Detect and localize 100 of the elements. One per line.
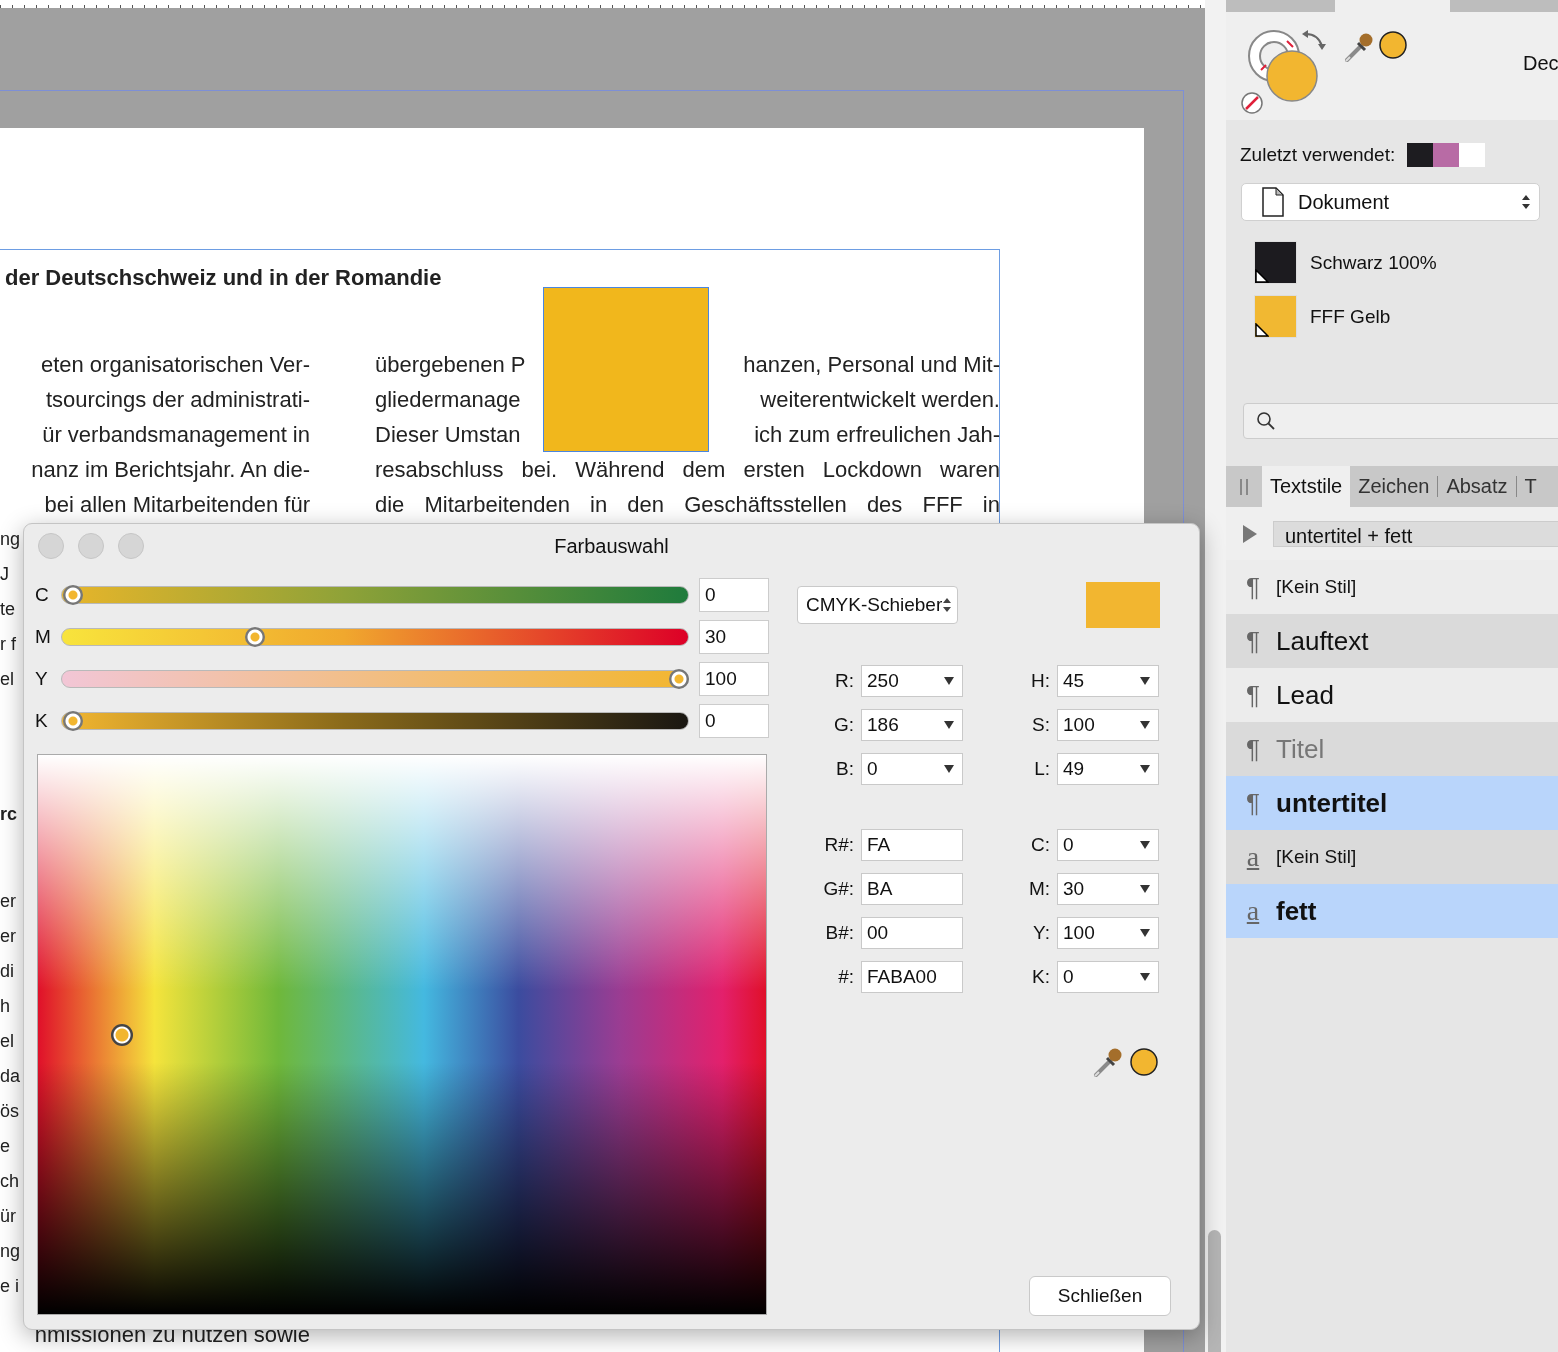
text-line: e [0,1135,10,1158]
channel-label: M [35,626,52,648]
text-line: gliedermanage [375,386,521,414]
value-field[interactable]: 0 [699,704,769,738]
text-line: da [0,1065,21,1088]
color-swatch[interactable] [1255,296,1296,337]
input-field[interactable]: FABA00 [861,961,963,993]
recent-swatch[interactable] [1407,143,1434,167]
text-line: J [0,563,9,586]
color-spectrum[interactable] [37,754,767,1315]
slider-thumb[interactable] [669,669,689,689]
value-dropdown[interactable]: 0 [861,753,963,785]
color-slider[interactable] [61,670,689,688]
heading-text: rc [0,803,17,826]
value-dropdown[interactable]: 100 [1057,709,1159,741]
current-style-field: untertitel + fett [1273,520,1558,547]
stepper-arrows-icon [1521,193,1531,211]
style-row[interactable]: ¶ Lauftext [1226,614,1558,668]
value-field[interactable]: 100 [699,662,769,696]
panel-tab[interactable]: Textstile [1262,466,1351,507]
text-line: Dieser Umstan [375,421,521,449]
field-label: G#: [822,877,855,901]
dropdown-arrow-icon [944,765,954,773]
search-icon [1256,411,1276,431]
style-row[interactable]: ¶ Titel [1226,722,1558,776]
value-dropdown[interactable]: 186 [861,709,963,741]
text-line: eten organisatorischen Ver- [40,351,310,379]
color-circle-icon [1129,1047,1159,1077]
heading-text: der Deutschschweiz und in der Romandie [5,264,442,292]
color-slider[interactable] [61,586,689,604]
slider-thumb[interactable] [63,585,83,605]
text-line: er [0,890,16,913]
text-line: ich zum erfreulichen Jah- [754,421,1000,449]
text-line: di [0,960,14,983]
dropdown-arrow-icon [1140,929,1150,937]
dropdown-arrow-icon [1140,765,1150,773]
field-label: K: [1031,965,1051,989]
text-line: übergebenen P [375,351,526,379]
color-slider[interactable] [61,712,689,730]
dropdown-arrow-icon [1140,841,1150,849]
paragraph-style-icon: ¶ [1244,625,1262,657]
swatch-name: Schwarz 100% [1310,251,1437,274]
close-button[interactable]: Schließen [1029,1276,1171,1316]
search-field[interactable] [1243,403,1558,439]
field-label: L: [1033,757,1051,781]
input-field[interactable]: FA [861,829,963,861]
channel-label: K [35,710,49,732]
slider-thumb[interactable] [244,627,265,647]
recent-swatch[interactable] [1433,143,1460,167]
input-field[interactable]: 00 [861,917,963,949]
slider-thumb[interactable] [63,711,83,731]
panel-tab[interactable]: Absatz [1438,466,1516,507]
stepper-arrows-icon [942,597,953,613]
channel-label: Y [35,668,49,690]
value-field[interactable]: 30 [699,620,769,654]
channel-label: C [35,584,50,606]
grip-icon[interactable] [1239,477,1249,496]
palette-dropdown[interactable]: Dokument [1241,183,1540,221]
picker-handle[interactable] [111,1024,133,1046]
text-line: ch [0,1170,19,1193]
value-dropdown[interactable]: 30 [1057,873,1159,905]
mode-dropdown[interactable]: CMYK-Schieber [797,586,958,624]
style-row[interactable]: ¶ untertitel [1226,776,1558,830]
input-field[interactable]: BA [861,873,963,905]
value-dropdown[interactable]: 250 [861,665,963,697]
dropdown-arrow-icon [1140,885,1150,893]
style-row[interactable]: a fett [1226,884,1558,938]
value-dropdown[interactable]: 0 [1057,961,1159,993]
dropdown-arrow-icon [1140,721,1150,729]
value-dropdown[interactable]: 45 [1057,665,1159,697]
value-dropdown[interactable]: 0 [1057,829,1159,861]
text-line: hanzen, Personal und Mit- [743,351,1000,379]
character-style-icon: a [1244,841,1262,873]
scrollbar-thumb[interactable] [1208,1230,1221,1352]
field-label: H: [1030,669,1051,693]
panel-tab[interactable]: Zeichen [1350,466,1438,507]
value-dropdown[interactable]: 49 [1057,753,1159,785]
color-swatch[interactable] [1255,242,1296,283]
paragraph-style-icon: ¶ [1244,679,1262,711]
style-row[interactable]: a [Kein Stil] [1226,830,1558,884]
field-label: B: [835,757,855,781]
play-icon[interactable] [1243,524,1257,543]
field-label: C: [1030,833,1051,857]
text-line: tsourcings der administrati- [45,386,310,414]
style-row[interactable]: ¶ Lead [1226,668,1558,722]
style-row[interactable]: ¶ [Kein Stil] [1226,560,1558,614]
value-field[interactable]: 0 [699,578,769,612]
text-line: bei allen Mitarbeitenden für [44,491,310,519]
color-circle-icon [1378,30,1408,60]
dropdown-arrow-icon [944,721,954,729]
value-dropdown[interactable]: 100 [1057,917,1159,949]
recent-swatch[interactable] [1459,143,1486,167]
field-label: B#: [824,921,855,945]
recent-label: Zuletzt verwendet: [1240,144,1396,166]
character-style-icon: a [1244,895,1262,927]
swatch-name: FFF Gelb [1310,305,1391,328]
text-line: ür verbandsmanagement in [42,421,310,449]
color-slider[interactable] [61,628,689,646]
panel-tab[interactable]: T [1516,466,1545,507]
text-line: er [0,925,16,948]
